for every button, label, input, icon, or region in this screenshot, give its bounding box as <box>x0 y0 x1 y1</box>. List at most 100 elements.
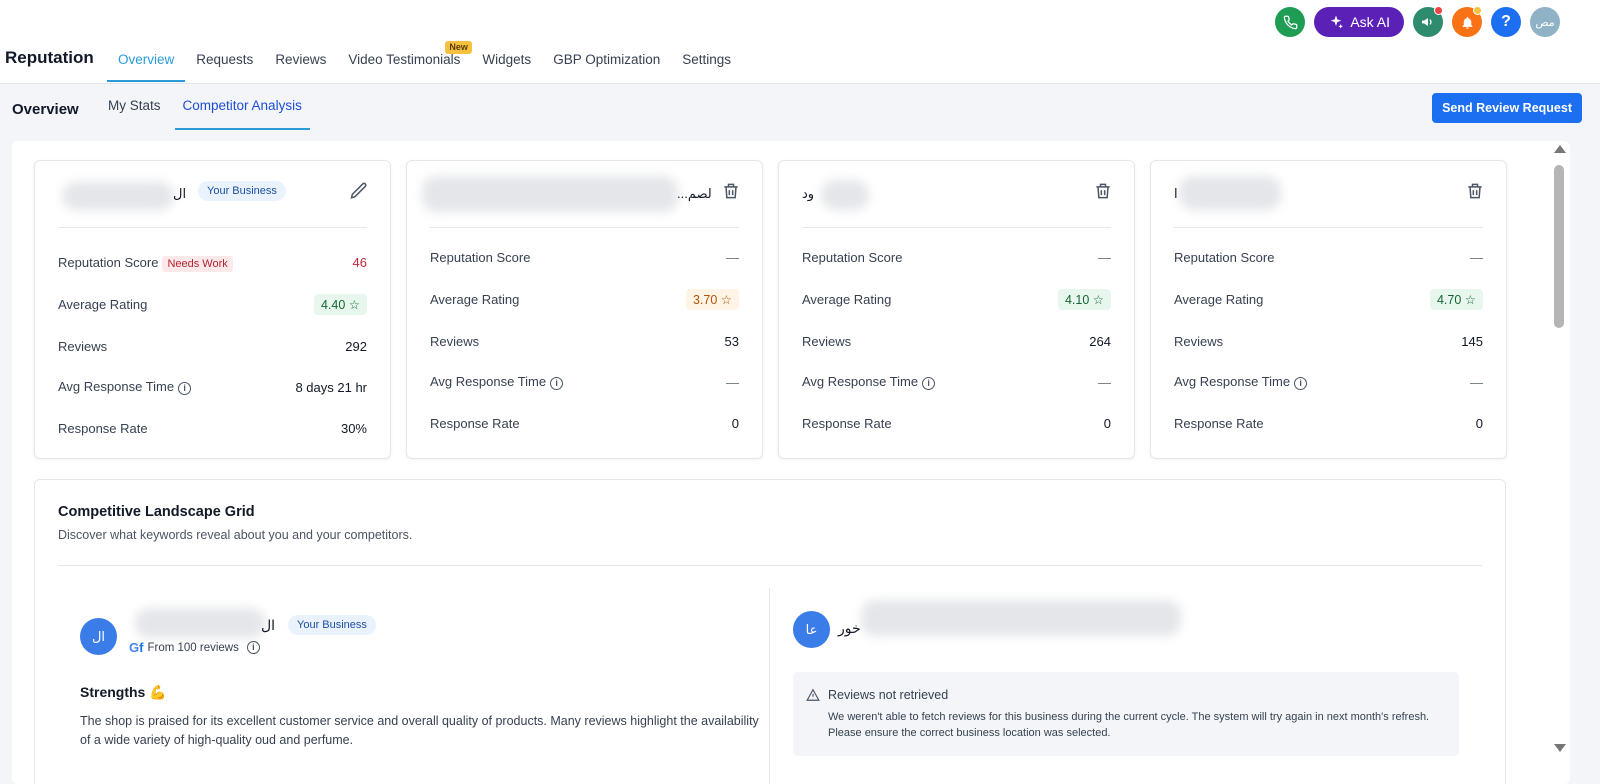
metric-label: Average Rating <box>1174 291 1264 307</box>
trash-icon[interactable] <box>1093 181 1113 201</box>
scroll-down-arrow[interactable] <box>1554 744 1566 752</box>
reputation-score-row: Reputation Score — <box>1174 247 1483 267</box>
review-source: Gf From 100 reviews i <box>129 640 260 655</box>
send-review-request-button[interactable]: Send Review Request <box>1432 93 1582 123</box>
nav-overview[interactable]: Overview <box>107 42 186 82</box>
column-divider <box>769 588 770 784</box>
nav-gbp-optimization[interactable]: GBP Optimization <box>542 42 671 82</box>
trash-icon[interactable] <box>1465 181 1485 201</box>
avg-response-time-row: Avg Response Time i — <box>1174 372 1483 392</box>
info-icon[interactable]: i <box>178 382 192 395</box>
metric-label: Avg Response Time <box>58 379 175 394</box>
warning-icon <box>806 688 820 701</box>
redacted-name <box>422 176 678 212</box>
reputation-score-row: Reputation Score Needs Work 46 <box>58 252 367 272</box>
alert-text: We weren't able to fetch reviews for thi… <box>828 711 1430 739</box>
divider <box>802 227 1111 228</box>
ask-ai-label: Ask AI <box>1350 14 1390 30</box>
redacted-name <box>821 180 869 210</box>
business-name: ود <box>802 186 815 201</box>
competitor-card: ا Reputation Score — Average Rating 4.70… <box>1150 160 1507 459</box>
average-rating-value: 3.70 ☆ <box>685 288 739 310</box>
announcements-button[interactable] <box>1413 6 1443 37</box>
subheader: Overview My Stats Competitor Analysis Se… <box>0 85 1600 131</box>
reputation-score-row: Reputation Score — <box>430 247 739 267</box>
avg-response-time-value: — <box>1470 374 1483 390</box>
response-rate-row: Response Rate 0 <box>802 413 1111 433</box>
sparkle-icon <box>1330 15 1344 29</box>
info-icon[interactable]: i <box>550 377 564 390</box>
reputation-score-value: — <box>1470 249 1483 265</box>
scrollbar[interactable] <box>1551 141 1567 784</box>
response-rate-value: 30% <box>340 420 367 436</box>
business-name: ال <box>261 617 276 633</box>
nav-requests[interactable]: Requests <box>185 42 264 82</box>
content-panel: ال Your Business Reputation Score Needs W… <box>12 141 1570 784</box>
scroll-thumb[interactable] <box>1554 165 1564 328</box>
help-button[interactable]: ? <box>1491 7 1521 37</box>
metric-label: Reviews <box>802 333 852 349</box>
pencil-icon[interactable] <box>349 181 369 201</box>
phone-icon <box>1283 15 1298 29</box>
notification-dot <box>1434 6 1443 15</box>
reviews-row: Reviews 292 <box>58 336 367 356</box>
divider <box>430 227 739 228</box>
response-rate-value: 0 <box>1475 415 1483 431</box>
notifications-button[interactable] <box>1452 6 1482 37</box>
tab-my-stats[interactable]: My Stats <box>100 85 169 130</box>
avg-response-time-row: Avg Response Time i — <box>430 372 739 392</box>
business-avatar: ال <box>80 618 117 655</box>
average-rating-value: 4.70 ☆ <box>1429 288 1483 310</box>
metric-label: Reviews <box>430 333 480 349</box>
ask-ai-button[interactable]: Ask AI <box>1314 7 1404 37</box>
nav-video-testimonials-label: Video Testimonials <box>348 52 461 67</box>
nav-settings[interactable]: Settings <box>671 42 742 82</box>
metric-label: Reputation Score <box>1174 249 1275 265</box>
redacted-name <box>135 608 265 638</box>
trash-icon[interactable] <box>721 181 741 201</box>
nav-video-testimonials[interactable]: Video Testimonials New <box>337 41 472 82</box>
help-icon: ? <box>1501 13 1511 30</box>
competitor-card: ود Reputation Score — Average Rating 4.1… <box>778 160 1135 459</box>
metric-label: Avg Response Time <box>430 374 547 389</box>
reviews-row: Reviews 53 <box>430 331 739 351</box>
phone-button[interactable] <box>1275 7 1306 37</box>
app-title: Reputation <box>5 48 94 67</box>
reviews-row: Reviews 145 <box>1174 331 1483 351</box>
alert-title: Reviews not retrieved <box>828 688 949 702</box>
metric-label: Reputation Score <box>430 249 531 265</box>
top-actions: Ask AI ? مص <box>1275 6 1560 37</box>
average-rating-row: Average Rating 4.10 ☆ <box>802 288 1111 310</box>
info-icon[interactable]: i <box>1294 377 1308 390</box>
user-initials: مص <box>1535 16 1555 29</box>
tab-competitor-analysis[interactable]: Competitor Analysis <box>174 85 310 130</box>
response-rate-row: Response Rate 30% <box>58 418 367 438</box>
megaphone-icon <box>1422 18 1432 26</box>
top-header: Reputation Overview Requests Reviews Vid… <box>0 0 1600 84</box>
your-business-badge: Your Business <box>198 181 286 201</box>
reviews-not-retrieved-alert: Reviews not retrieved We weren't able to… <box>793 672 1459 756</box>
business-name: ال <box>173 186 187 201</box>
average-rating-row: Average Rating 4.40 ☆ <box>58 293 367 315</box>
user-avatar[interactable]: مص <box>1530 7 1560 37</box>
metric-label: Avg Response Time <box>802 374 919 389</box>
response-rate-row: Response Rate 0 <box>430 413 739 433</box>
info-icon[interactable]: i <box>922 377 936 390</box>
from-reviews-label: From 100 reviews <box>147 641 239 654</box>
avg-response-time-row: Avg Response Time i 8 days 21 hr <box>58 377 367 397</box>
nav-widgets[interactable]: Widgets <box>471 42 542 82</box>
nav-reviews[interactable]: Reviews <box>264 42 337 82</box>
redacted-name <box>1179 176 1281 210</box>
competitor-card: ...لصم Reputation Score — Average Rating… <box>406 160 763 459</box>
reviews-value: 264 <box>1089 333 1111 349</box>
reputation-score-row: Reputation Score — <box>802 247 1111 267</box>
scroll-up-arrow[interactable] <box>1554 145 1566 153</box>
reputation-score-value: — <box>726 249 739 265</box>
metric-label: Average Rating <box>430 291 520 307</box>
reputation-score-value: — <box>1098 249 1111 265</box>
metric-label: Response Rate <box>430 415 520 431</box>
your-business-badge: Your Business <box>288 615 376 635</box>
needs-work-badge: Needs Work <box>162 255 233 272</box>
info-icon[interactable]: i <box>246 641 260 654</box>
divider <box>58 565 1482 566</box>
